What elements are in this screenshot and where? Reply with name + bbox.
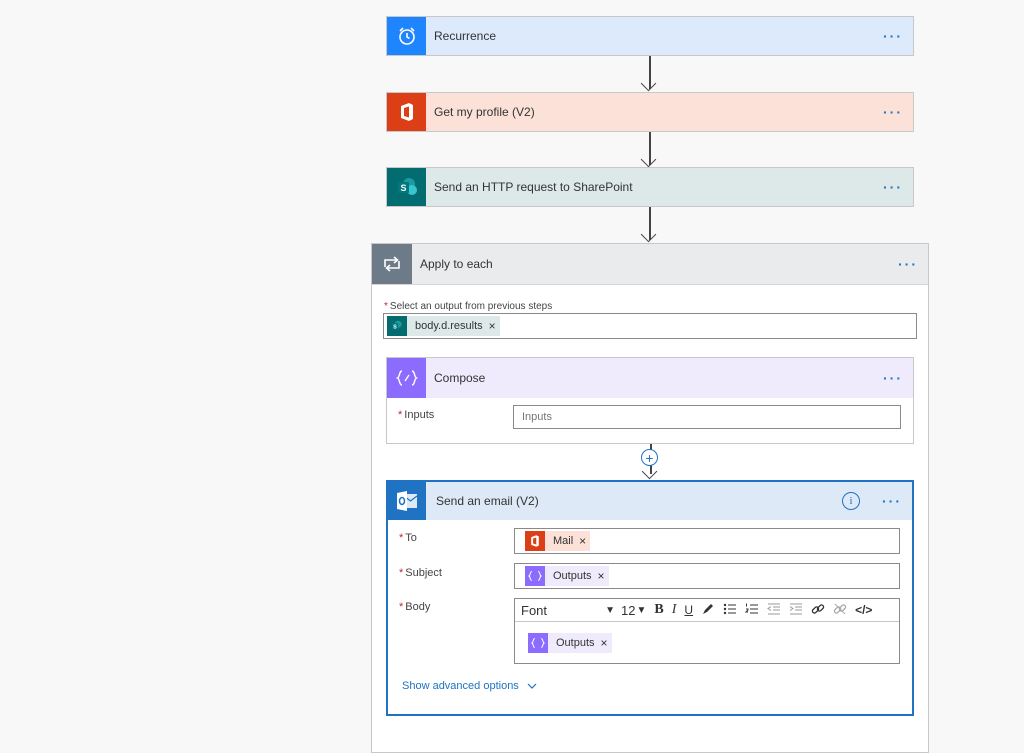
token-label: Outputs	[556, 637, 595, 649]
connector-arrowhead	[641, 463, 658, 480]
token-remove-button[interactable]: ×	[596, 569, 609, 583]
token-outputs[interactable]: Outputs ×	[528, 633, 612, 653]
more-options-button[interactable]: ···	[873, 28, 913, 44]
sharepoint-icon: S	[387, 316, 407, 336]
inputs-label-text: Inputs	[404, 409, 435, 421]
required-mark: *	[399, 567, 404, 579]
to-field[interactable]: Mail ×	[514, 528, 900, 554]
step-recurrence[interactable]: Recurrence ···	[386, 16, 914, 56]
bold-button[interactable]: B	[654, 602, 663, 618]
to-label: * To	[399, 532, 417, 544]
plus-icon: +	[645, 449, 654, 466]
chevron-down-icon	[527, 680, 537, 692]
more-options-button[interactable]: ···	[873, 104, 913, 120]
numbered-list-icon[interactable]	[744, 603, 759, 618]
bullet-list-icon[interactable]	[723, 603, 737, 618]
select-output-label-text: Select an output from previous steps	[389, 301, 553, 312]
italic-button[interactable]: I	[672, 602, 677, 618]
compose-header[interactable]: Compose ···	[387, 358, 913, 398]
step-title: Send an email (V2)	[436, 494, 539, 508]
subject-label: * Subject	[399, 567, 442, 579]
alarm-clock-icon	[387, 17, 426, 55]
svg-text:S: S	[393, 324, 397, 330]
token-body-results[interactable]: S body.d.results ×	[387, 316, 500, 336]
more-options-button[interactable]: ···	[873, 179, 913, 195]
body-content[interactable]: Outputs ×	[515, 622, 899, 663]
body-editor: Font ▼ 12 ▼ B I U </> Outputs ×	[514, 598, 900, 664]
font-select-value: Font	[521, 602, 548, 618]
send-email-card: Send an email (V2) i ··· * To Mail × * S…	[386, 480, 914, 716]
compose-inputs-field[interactable]	[513, 405, 901, 429]
link-icon[interactable]	[811, 602, 825, 619]
to-label-text: To	[405, 532, 417, 544]
inputs-label: * Inputs	[398, 409, 434, 421]
compose-card: Compose ··· * Inputs	[386, 357, 914, 444]
font-select[interactable]: Font ▼	[515, 603, 615, 618]
step-sharepoint-http[interactable]: S Send an HTTP request to SharePoint ···	[386, 167, 914, 207]
step-title: Apply to each	[420, 257, 493, 271]
step-title: Get my profile (V2)	[434, 105, 535, 119]
code-view-button[interactable]: </>	[855, 603, 872, 617]
highlight-pen-icon[interactable]	[701, 602, 715, 619]
select-output-input[interactable]: S body.d.results ×	[383, 313, 917, 339]
send-email-header[interactable]: Send an email (V2) i ···	[388, 482, 912, 520]
apply-to-each-header[interactable]: Apply to each ···	[372, 244, 928, 285]
info-icon: i	[849, 495, 853, 507]
required-mark: *	[399, 532, 404, 544]
token-remove-button[interactable]: ×	[577, 534, 590, 548]
compose-icon	[387, 358, 426, 398]
svg-text:S: S	[400, 183, 406, 193]
connector-arrow	[640, 207, 660, 243]
token-outputs[interactable]: Outputs ×	[525, 566, 609, 586]
outdent-icon[interactable]	[767, 603, 781, 618]
info-button[interactable]: i	[842, 492, 860, 510]
connector-arrow	[640, 56, 660, 92]
office-icon	[525, 531, 545, 551]
unlink-icon[interactable]	[833, 602, 847, 619]
more-options-button[interactable]: ···	[888, 256, 928, 272]
apply-to-each-container: Apply to each ··· * Select an output from…	[371, 243, 929, 753]
token-label: Mail	[553, 535, 574, 547]
more-options-button[interactable]: ···	[872, 493, 912, 509]
required-mark: *	[398, 409, 403, 421]
compose-icon	[525, 566, 545, 586]
office-icon	[387, 93, 426, 131]
token-label: body.d.results	[415, 320, 483, 332]
step-get-profile[interactable]: Get my profile (V2) ···	[386, 92, 914, 132]
font-size-select[interactable]: 12 ▼	[621, 603, 646, 618]
body-label: * Body	[399, 601, 430, 613]
subject-field[interactable]: Outputs ×	[514, 563, 900, 589]
step-title: Send an HTTP request to SharePoint	[434, 180, 633, 194]
select-output-label: * Select an output from previous steps	[384, 301, 552, 312]
show-advanced-options-label: Show advanced options	[402, 680, 519, 692]
token-mail[interactable]: Mail ×	[525, 531, 591, 551]
chevron-down-icon: ▼	[605, 604, 615, 616]
connector-arrow	[640, 132, 660, 168]
step-title: Compose	[434, 371, 486, 385]
required-mark: *	[384, 301, 388, 312]
chevron-down-icon: ▼	[636, 604, 647, 616]
token-remove-button[interactable]: ×	[599, 636, 612, 650]
show-advanced-options-link[interactable]: Show advanced options	[402, 680, 537, 692]
loop-icon	[372, 244, 412, 284]
sharepoint-icon: S	[387, 168, 426, 206]
token-label: Outputs	[553, 570, 592, 582]
font-size-value: 12	[621, 602, 636, 618]
step-title: Recurrence	[434, 29, 497, 43]
more-options-button[interactable]: ···	[873, 370, 913, 386]
subject-label-text: Subject	[405, 567, 442, 579]
indent-icon[interactable]	[789, 603, 803, 618]
rich-text-toolbar: Font ▼ 12 ▼ B I U </>	[515, 599, 899, 622]
outlook-icon	[388, 482, 426, 520]
required-mark: *	[399, 601, 404, 613]
compose-icon	[528, 633, 548, 653]
token-remove-button[interactable]: ×	[487, 319, 500, 333]
underline-button[interactable]: U	[684, 603, 693, 617]
body-label-text: Body	[405, 601, 431, 613]
